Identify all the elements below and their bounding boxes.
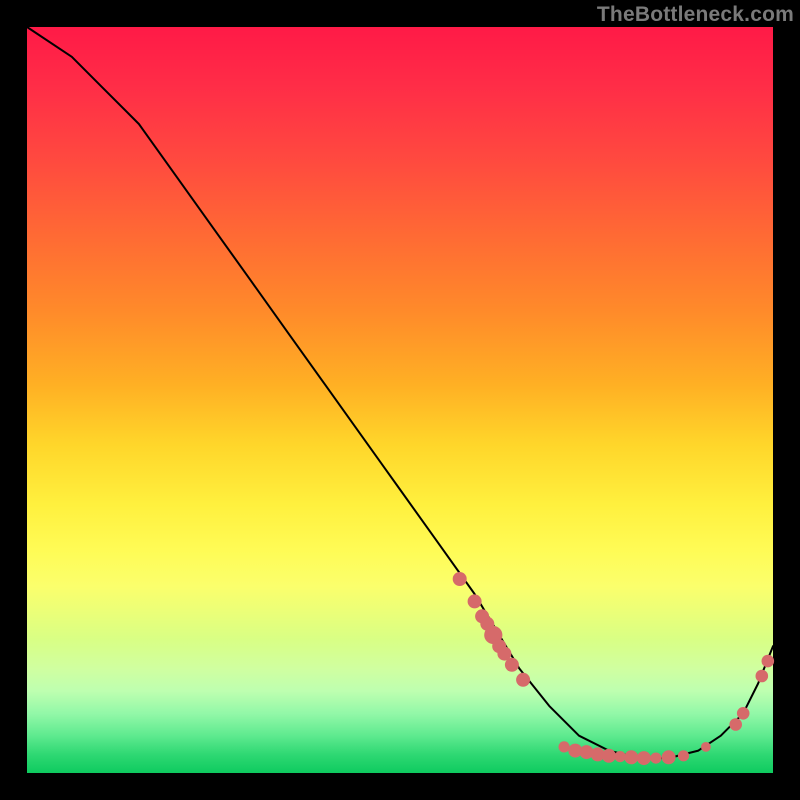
data-point	[559, 741, 570, 752]
data-point	[729, 718, 742, 731]
data-point	[453, 572, 467, 586]
data-point	[624, 750, 638, 764]
data-point	[650, 753, 661, 764]
data-point	[701, 742, 711, 752]
data-markers	[453, 572, 774, 765]
chart-overlay	[27, 27, 773, 773]
data-point	[516, 673, 530, 687]
data-point	[737, 707, 750, 720]
data-point	[678, 750, 689, 761]
watermark-text: TheBottleneck.com	[597, 3, 794, 27]
data-point	[468, 594, 482, 608]
data-point	[762, 655, 775, 668]
bottleneck-curve	[27, 27, 773, 758]
data-point	[756, 670, 769, 683]
chart-stage: TheBottleneck.com	[0, 0, 800, 800]
data-point	[602, 749, 616, 763]
data-point	[505, 658, 519, 672]
data-point	[662, 750, 676, 764]
data-point	[637, 751, 651, 765]
data-point	[615, 751, 626, 762]
